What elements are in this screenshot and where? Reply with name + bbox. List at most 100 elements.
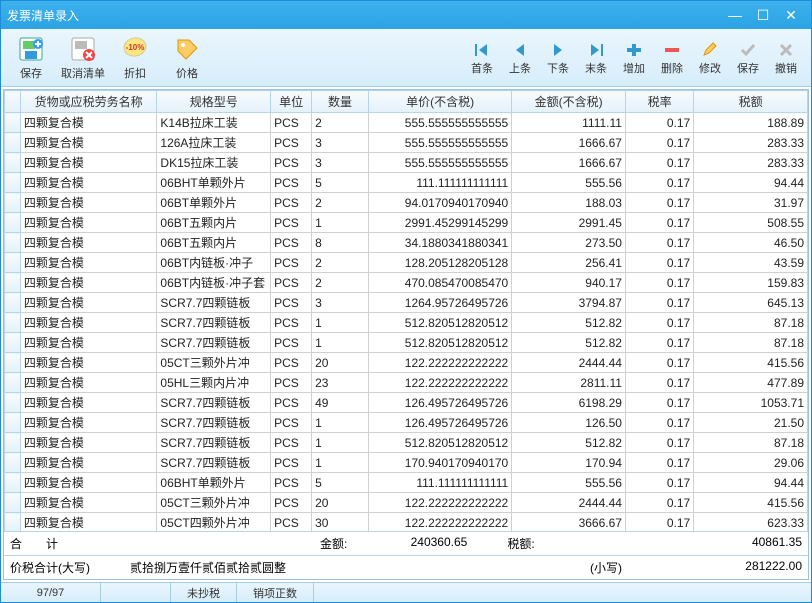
cell-rate[interactable]: 0.17 xyxy=(625,513,693,532)
cell-amount[interactable]: 2444.44 xyxy=(512,493,626,513)
cell-rate[interactable]: 0.17 xyxy=(625,153,693,173)
cell-rate[interactable]: 0.17 xyxy=(625,233,693,253)
cell-tax[interactable]: 283.33 xyxy=(694,153,808,173)
cell-tax[interactable]: 415.56 xyxy=(694,493,808,513)
cell-name[interactable]: 四颗复合模 xyxy=(20,253,156,273)
cell-tax[interactable]: 645.13 xyxy=(694,293,808,313)
cell-spec[interactable]: K14B拉床工装 xyxy=(157,113,271,133)
cell-rate[interactable]: 0.17 xyxy=(625,333,693,353)
cell-tax[interactable]: 415.56 xyxy=(694,353,808,373)
cell-spec[interactable]: 06BT内链板·冲子 xyxy=(157,253,271,273)
cell-unit[interactable]: PCS xyxy=(271,233,312,253)
table-row[interactable]: 四颗复合模 SCR7.7四颗链板 PCS 1 126.495726495726 … xyxy=(5,413,808,433)
close-button[interactable]: ✕ xyxy=(777,5,805,25)
cell-amount[interactable]: 2444.44 xyxy=(512,353,626,373)
cell-unit[interactable]: PCS xyxy=(271,473,312,493)
cell-tax[interactable]: 477.89 xyxy=(694,373,808,393)
cell-qty[interactable]: 2 xyxy=(312,113,369,133)
cell-rate[interactable]: 0.17 xyxy=(625,353,693,373)
cell-spec[interactable]: 06BHT单颗外片 xyxy=(157,173,271,193)
cell-unit[interactable]: PCS xyxy=(271,173,312,193)
table-row[interactable]: 四颗复合模 SCR7.7四颗链板 PCS 1 512.820512820512 … xyxy=(5,433,808,453)
cell-tax[interactable]: 508.55 xyxy=(694,213,808,233)
cell-qty[interactable]: 1 xyxy=(312,213,369,233)
table-row[interactable]: 四颗复合模 SCR7.7四颗链板 PCS 1 170.940170940170 … xyxy=(5,453,808,473)
cell-price[interactable]: 126.495726495726 xyxy=(368,393,511,413)
cell-qty[interactable]: 2 xyxy=(312,193,369,213)
cell-qty[interactable]: 20 xyxy=(312,493,369,513)
minimize-button[interactable]: — xyxy=(721,5,749,25)
cell-name[interactable]: 四颗复合模 xyxy=(20,153,156,173)
edit-button[interactable]: 修改 xyxy=(693,40,727,76)
table-row[interactable]: 四颗复合模 05CT三颗外片冲 PCS 20 122.222222222222 … xyxy=(5,493,808,513)
cell-price[interactable]: 555.555555555555 xyxy=(368,133,511,153)
cell-name[interactable]: 四颗复合模 xyxy=(20,333,156,353)
col-spec[interactable]: 规格型号 xyxy=(157,91,271,113)
cell-tax[interactable]: 1053.71 xyxy=(694,393,808,413)
cell-price[interactable]: 122.222222222222 xyxy=(368,493,511,513)
cell-amount[interactable]: 555.56 xyxy=(512,173,626,193)
cell-spec[interactable]: SCR7.7四颗链板 xyxy=(157,413,271,433)
cell-amount[interactable]: 256.41 xyxy=(512,253,626,273)
cell-amount[interactable]: 555.56 xyxy=(512,473,626,493)
cell-amount[interactable]: 512.82 xyxy=(512,433,626,453)
cell-qty[interactable]: 5 xyxy=(312,473,369,493)
cell-price[interactable]: 512.820512820512 xyxy=(368,433,511,453)
cell-qty[interactable]: 2 xyxy=(312,273,369,293)
delete-button[interactable]: 删除 xyxy=(655,40,689,76)
cell-amount[interactable]: 6198.29 xyxy=(512,393,626,413)
save-button[interactable]: 保存 xyxy=(9,32,53,84)
cell-qty[interactable]: 3 xyxy=(312,153,369,173)
cell-amount[interactable]: 512.82 xyxy=(512,313,626,333)
cell-price[interactable]: 122.222222222222 xyxy=(368,513,511,532)
cell-qty[interactable]: 5 xyxy=(312,173,369,193)
cell-rate[interactable]: 0.17 xyxy=(625,113,693,133)
cell-tax[interactable]: 94.44 xyxy=(694,473,808,493)
cell-qty[interactable]: 23 xyxy=(312,373,369,393)
cell-name[interactable]: 四颗复合模 xyxy=(20,293,156,313)
cell-name[interactable]: 四颗复合模 xyxy=(20,453,156,473)
clear-list-button[interactable]: 取消清单 xyxy=(61,32,105,84)
maximize-button[interactable]: ☐ xyxy=(749,5,777,25)
cell-price[interactable]: 470.085470085470 xyxy=(368,273,511,293)
cell-price[interactable]: 1264.95726495726 xyxy=(368,293,511,313)
cell-spec[interactable]: SCR7.7四颗链板 xyxy=(157,333,271,353)
cell-rate[interactable]: 0.17 xyxy=(625,293,693,313)
add-button[interactable]: 增加 xyxy=(617,40,651,76)
cell-tax[interactable]: 29.06 xyxy=(694,453,808,473)
col-name[interactable]: 货物或应税劳务名称 xyxy=(20,91,156,113)
cell-name[interactable]: 四颗复合模 xyxy=(20,173,156,193)
first-button[interactable]: 首条 xyxy=(465,40,499,76)
cell-unit[interactable]: PCS xyxy=(271,393,312,413)
prev-button[interactable]: 上条 xyxy=(503,40,537,76)
cell-price[interactable]: 512.820512820512 xyxy=(368,313,511,333)
cell-rate[interactable]: 0.17 xyxy=(625,453,693,473)
cell-unit[interactable]: PCS xyxy=(271,113,312,133)
cell-unit[interactable]: PCS xyxy=(271,453,312,473)
cell-price[interactable]: 555.555555555555 xyxy=(368,113,511,133)
cell-rate[interactable]: 0.17 xyxy=(625,493,693,513)
cell-name[interactable]: 四颗复合模 xyxy=(20,133,156,153)
cell-name[interactable]: 四颗复合模 xyxy=(20,193,156,213)
table-row[interactable]: 四颗复合模 06BT内链板·冲子 PCS 2 128.205128205128 … xyxy=(5,253,808,273)
cell-amount[interactable]: 3794.87 xyxy=(512,293,626,313)
cell-amount[interactable]: 2811.11 xyxy=(512,373,626,393)
cell-price[interactable]: 126.495726495726 xyxy=(368,413,511,433)
cell-rate[interactable]: 0.17 xyxy=(625,213,693,233)
cell-spec[interactable]: SCR7.7四颗链板 xyxy=(157,313,271,333)
cell-rate[interactable]: 0.17 xyxy=(625,373,693,393)
cell-price[interactable]: 512.820512820512 xyxy=(368,333,511,353)
cell-tax[interactable]: 43.59 xyxy=(694,253,808,273)
cell-name[interactable]: 四颗复合模 xyxy=(20,493,156,513)
cell-tax[interactable]: 87.18 xyxy=(694,313,808,333)
cell-name[interactable]: 四颗复合模 xyxy=(20,273,156,293)
cell-price[interactable]: 170.940170940170 xyxy=(368,453,511,473)
table-row[interactable]: 四颗复合模 06BT五颗内片 PCS 8 34.1880341880341 27… xyxy=(5,233,808,253)
cell-name[interactable]: 四颗复合模 xyxy=(20,393,156,413)
cell-name[interactable]: 四颗复合模 xyxy=(20,213,156,233)
cell-amount[interactable]: 940.17 xyxy=(512,273,626,293)
cell-unit[interactable]: PCS xyxy=(271,493,312,513)
cell-spec[interactable]: SCR7.7四颗链板 xyxy=(157,293,271,313)
cell-amount[interactable]: 1111.11 xyxy=(512,113,626,133)
col-qty[interactable]: 数量 xyxy=(312,91,369,113)
